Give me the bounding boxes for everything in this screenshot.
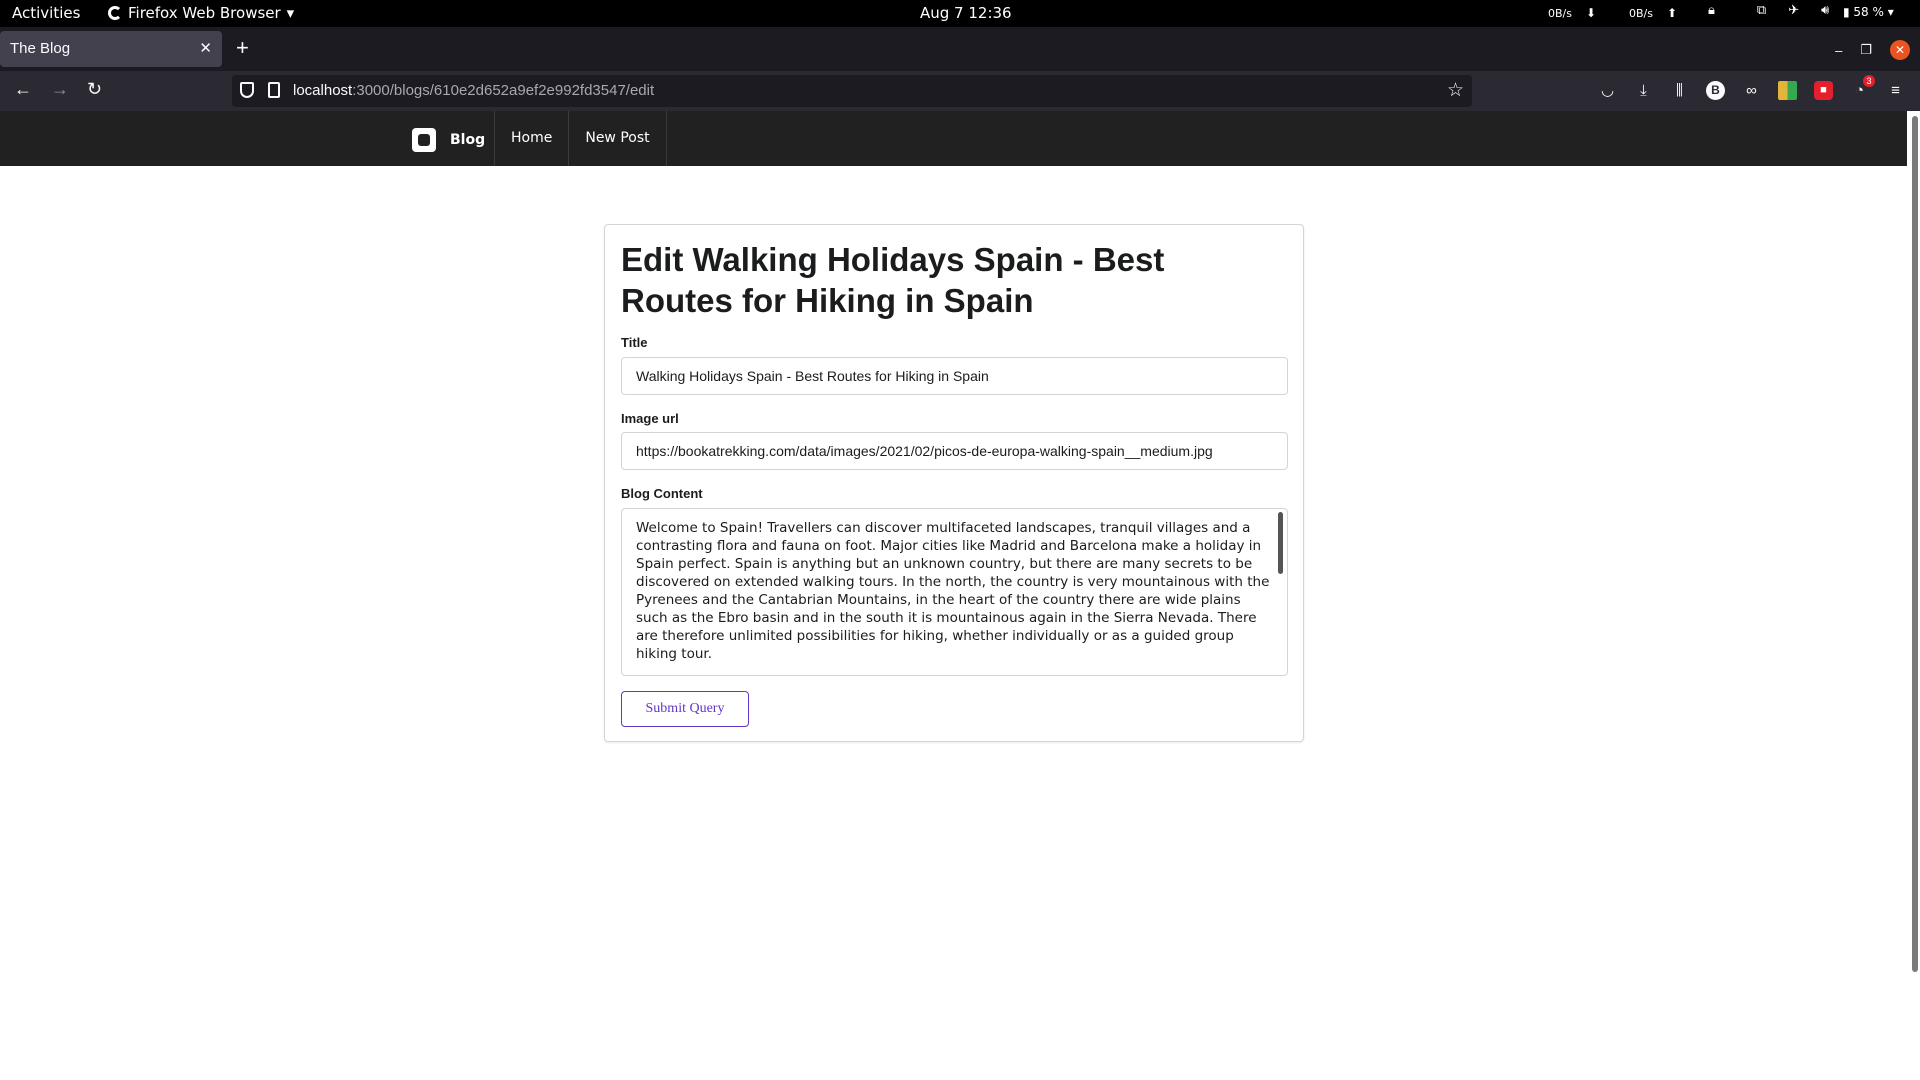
- battery-indicator[interactable]: ▮ 58 % ▾: [1843, 5, 1894, 19]
- page-title: Edit Walking Holidays Spain - Best Route…: [621, 241, 1165, 319]
- arrow-up-icon: ⬆: [1666, 6, 1678, 20]
- url-path: :3000/blogs/610e2d652a9ef2e992fd3547/edi…: [352, 82, 655, 99]
- network-icon[interactable]: ⧉: [1757, 3, 1766, 18]
- net-up-rate: 0B/s: [1629, 6, 1653, 20]
- tracking-protection-icon[interactable]: [240, 82, 254, 98]
- pocket-icon[interactable]: ◡: [1598, 81, 1617, 100]
- nav-toolbar: ← → ↻ localhost:3000/blogs/610e2d652a9ef…: [0, 71, 1920, 111]
- nav-new-post-link[interactable]: New Post: [568, 111, 667, 166]
- edit-form-card: Edit Walking Holidays Spain - Best Route…: [604, 224, 1304, 742]
- title-input[interactable]: [621, 357, 1288, 395]
- downloads-icon[interactable]: ⤓: [1634, 81, 1653, 100]
- site-navbar: Blog Home New Post: [0, 111, 1907, 166]
- clock[interactable]: Aug 7 12:36: [920, 4, 1012, 22]
- brand-label: Blog: [450, 132, 486, 148]
- activities-button[interactable]: Activities: [12, 4, 80, 22]
- library-icon[interactable]: ⫼: [1670, 81, 1689, 100]
- title-label: Title: [621, 335, 648, 350]
- new-tab-icon[interactable]: +: [236, 37, 249, 59]
- site-menu: Home New Post: [494, 111, 667, 166]
- page-content: Blog Home New Post Edit Walking Holidays…: [0, 111, 1907, 1080]
- blogger-logo-icon: [412, 128, 436, 152]
- nav-home-link[interactable]: Home: [494, 111, 568, 166]
- window-controls: – ❐ ✕: [1835, 40, 1910, 60]
- tab-strip: The Blog ✕ + – ❐ ✕: [0, 27, 1920, 71]
- app-menu[interactable]: Firefox Web Browser ▾: [108, 4, 294, 22]
- page-scrollbar[interactable]: [1912, 116, 1918, 972]
- back-icon[interactable]: ←: [14, 79, 32, 100]
- extension-badge-icon[interactable]: ◔ 3: [1850, 75, 1875, 100]
- url-bar[interactable]: localhost:3000/blogs/610e2d652a9ef2e992f…: [232, 75, 1472, 107]
- hamburger-menu-icon[interactable]: ≡: [1886, 81, 1905, 100]
- reload-icon[interactable]: ↻: [87, 79, 102, 100]
- lock-icon[interactable]: 🔒︎: [1708, 3, 1715, 18]
- airplane-icon[interactable]: ✈: [1788, 3, 1799, 18]
- restore-icon[interactable]: ❐: [1860, 42, 1872, 58]
- firefox-icon: [108, 6, 122, 20]
- blog-content-label: Blog Content: [621, 486, 703, 501]
- url-text[interactable]: localhost:3000/blogs/610e2d652a9ef2e992f…: [293, 82, 654, 99]
- minimize-icon[interactable]: –: [1835, 43, 1842, 58]
- extension-lock-icon[interactable]: ■: [1814, 81, 1833, 100]
- os-top-bar: Activities Firefox Web Browser ▾ Aug 7 1…: [0, 0, 1920, 27]
- tab-the-blog[interactable]: The Blog ✕: [0, 31, 222, 67]
- close-tab-icon[interactable]: ✕: [199, 39, 212, 57]
- net-down-rate: 0B/s: [1548, 6, 1572, 20]
- extension-badge-count: 3: [1863, 75, 1875, 87]
- textarea-scrollbar[interactable]: [1278, 512, 1283, 574]
- net-down-indicator: 0B/s ⬇: [1548, 6, 1596, 20]
- volume-icon[interactable]: 🔊︎: [1821, 3, 1829, 18]
- bookmark-star-icon[interactable]: ☆: [1447, 79, 1464, 102]
- battery-level: 58 %: [1853, 5, 1884, 19]
- page-info-icon[interactable]: [268, 82, 280, 98]
- image-url-label: Image url: [621, 411, 679, 426]
- app-menu-label: Firefox Web Browser: [128, 4, 281, 22]
- toolbar-icons: ◡ ⤓ ⫼ B ∞ ■ ◔ 3 ≡: [1598, 75, 1905, 100]
- net-up-indicator: 0B/s ⬆: [1629, 6, 1677, 20]
- extension-b-icon[interactable]: B: [1706, 81, 1725, 100]
- image-url-input[interactable]: [621, 432, 1288, 470]
- submit-button[interactable]: Submit Query: [621, 691, 749, 727]
- system-tray[interactable]: 🔒︎ ⧉ ✈ 🔊︎: [1708, 3, 1829, 18]
- site-brand[interactable]: Blog: [412, 128, 485, 152]
- tab-title: The Blog: [10, 40, 71, 57]
- caret-down-icon: ▾: [286, 4, 295, 22]
- arrow-down-icon: ⬇: [1585, 6, 1597, 20]
- blog-content-textarea[interactable]: Welcome to Spain! Travellers can discove…: [621, 508, 1288, 676]
- close-window-icon[interactable]: ✕: [1890, 40, 1910, 60]
- forward-icon[interactable]: →: [51, 79, 69, 100]
- extension-grid-icon[interactable]: [1778, 81, 1797, 100]
- url-host: localhost: [293, 82, 353, 99]
- extension-glasses-icon[interactable]: ∞: [1742, 81, 1761, 100]
